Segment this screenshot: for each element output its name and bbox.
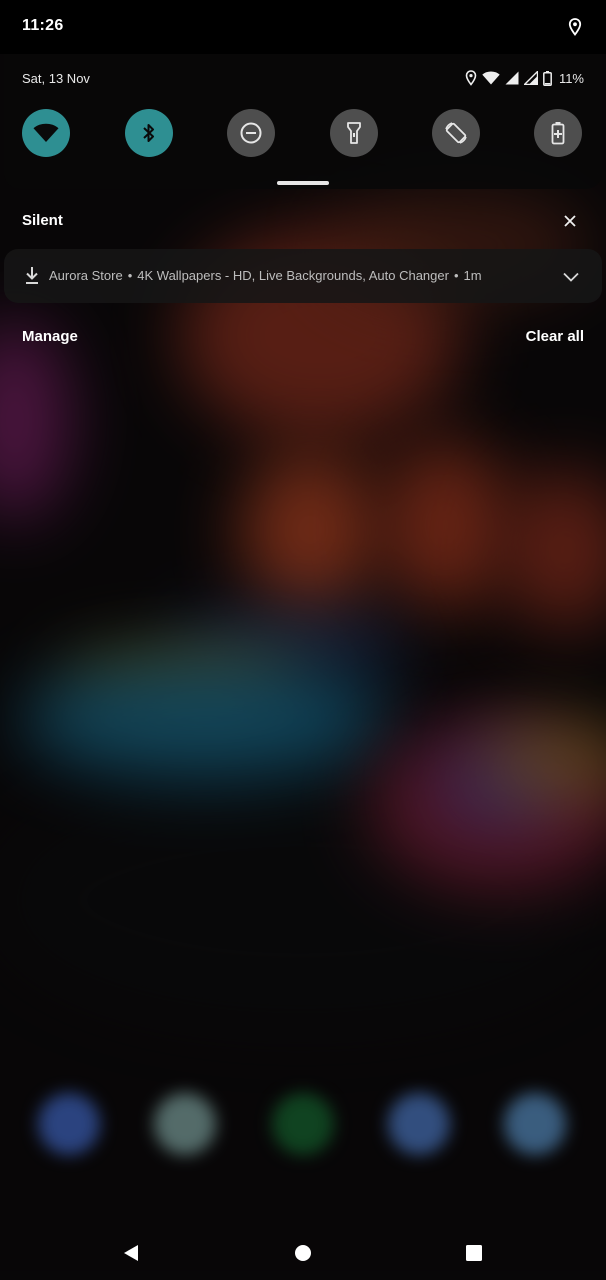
notification-time: 1m xyxy=(463,268,482,283)
battery-icon xyxy=(542,70,552,86)
qs-date: Sat, 13 Nov xyxy=(22,71,90,86)
location-icon xyxy=(568,18,582,36)
close-icon xyxy=(564,215,576,227)
expand-handle[interactable] xyxy=(277,181,329,185)
section-title-silent: Silent xyxy=(22,212,63,229)
status-bar: 11:26 xyxy=(0,0,606,54)
battery-saver-icon xyxy=(551,122,565,145)
dnd-icon xyxy=(240,122,262,144)
chevron-down-icon xyxy=(563,272,579,282)
notification-card[interactable]: Aurora Store • 4K Wallpapers - HD, Live Ba… xyxy=(4,249,602,303)
navigation-bar xyxy=(0,1226,606,1280)
manage-button[interactable]: Manage xyxy=(22,328,78,345)
recents-button[interactable] xyxy=(463,1242,485,1264)
tile-flashlight[interactable] xyxy=(330,109,378,157)
wifi-icon xyxy=(482,71,500,85)
home-icon xyxy=(295,1245,311,1261)
notification-text: Aurora Store • 4K Wallpapers - HD, Live Ba… xyxy=(49,268,482,283)
battery-percentage: 11% xyxy=(558,70,584,86)
home-button[interactable] xyxy=(292,1242,314,1264)
back-icon xyxy=(124,1245,138,1261)
tile-wifi[interactable] xyxy=(22,109,70,157)
signal-icon xyxy=(505,71,519,85)
location-icon xyxy=(465,70,477,86)
shade-scrim xyxy=(0,0,606,1280)
tile-bluetooth[interactable] xyxy=(125,109,173,157)
tile-battery-saver[interactable] xyxy=(534,109,582,157)
quick-settings-panel: Sat, 13 Nov 11% xyxy=(4,54,602,189)
notification-shade-screen: 11:26 Sat, 13 Nov 11% Silent Aurora Stor… xyxy=(0,0,606,1280)
tile-auto-rotate[interactable] xyxy=(432,109,480,157)
notification-app-name: Aurora Store xyxy=(49,268,123,283)
wifi-icon xyxy=(33,123,59,142)
status-clock: 11:26 xyxy=(22,17,64,34)
clear-all-button[interactable]: Clear all xyxy=(526,328,584,345)
back-button[interactable] xyxy=(120,1242,142,1264)
bluetooth-icon xyxy=(143,124,154,142)
notification-title: 4K Wallpapers - HD, Live Backgrounds, Au… xyxy=(137,268,449,283)
signal-icon xyxy=(523,71,538,85)
rotate-icon xyxy=(445,122,467,144)
recents-icon xyxy=(466,1245,482,1261)
qs-status-icons: 11% xyxy=(465,68,584,88)
flashlight-icon xyxy=(347,122,361,144)
download-icon xyxy=(26,267,38,284)
expand-notification-button[interactable] xyxy=(560,266,582,288)
tile-do-not-disturb[interactable] xyxy=(227,109,275,157)
dismiss-silent-button[interactable] xyxy=(558,209,582,233)
